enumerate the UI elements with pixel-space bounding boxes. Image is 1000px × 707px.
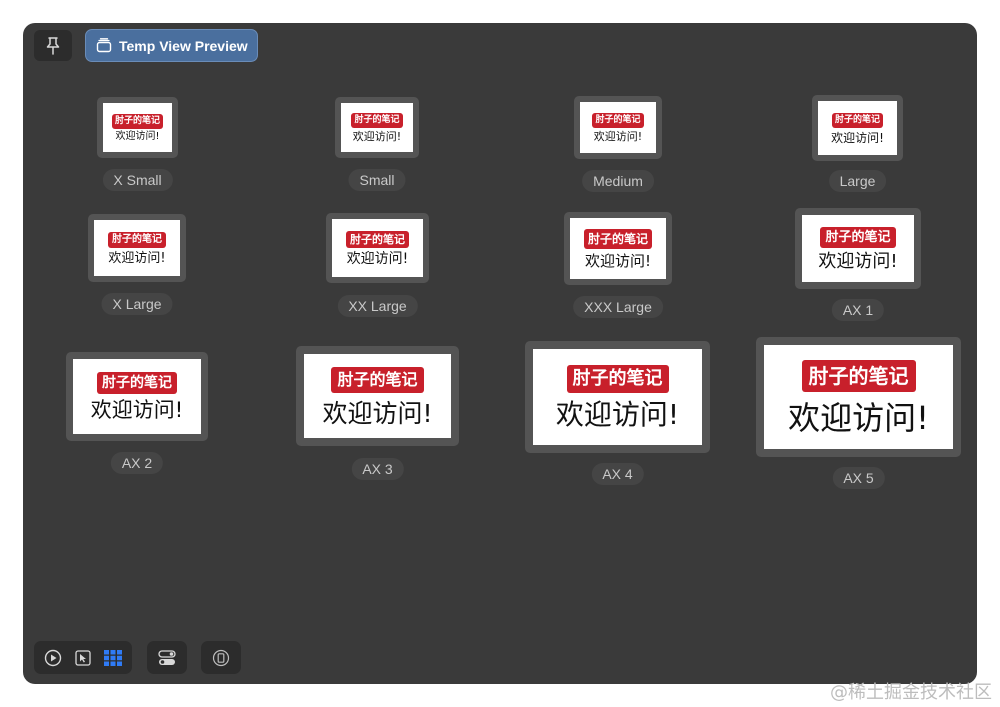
- brand-logo: 肘子的笔记: [583, 228, 652, 249]
- size-variant-label: X Large: [101, 293, 173, 315]
- variant-preview-tile[interactable]: 肘子的笔记欢迎访问!: [756, 337, 961, 457]
- brand-logo: 肘子的笔记: [831, 112, 883, 128]
- welcome-text: 欢迎访问!: [108, 250, 166, 266]
- variant-preview-screen: 肘子的笔记 欢迎访问!: [802, 215, 914, 282]
- variant-preview-tile[interactable]: 肘子的笔记欢迎访问!: [812, 95, 903, 161]
- welcome-text: 欢迎访问!: [322, 398, 433, 428]
- welcome-text: 欢迎访问!: [115, 130, 160, 142]
- temp-view-preview-label: Temp View Preview: [119, 37, 248, 54]
- live-mode-button[interactable]: [42, 647, 64, 669]
- variant-preview-screen: 肘子的笔记欢迎访问!: [570, 218, 666, 279]
- variant-preview-screen: 肘子的笔记欢迎访问!: [73, 359, 201, 434]
- variant-preview-screen: 肘子的笔记欢迎访问!: [533, 349, 702, 445]
- device-settings-button[interactable]: [201, 641, 241, 674]
- watermark: @稀土掘金技术社区: [830, 682, 992, 703]
- welcome-text: 欢迎访问!: [788, 399, 929, 437]
- variant-preview-tile[interactable]: 肘子的笔记欢迎访问!: [66, 352, 208, 441]
- brand-logo: 肘子的笔记: [111, 113, 163, 129]
- canvas-settings-button[interactable]: [147, 641, 187, 674]
- welcome-text: 欢迎访问!: [831, 130, 884, 145]
- brand-logo: 肘子的笔记: [566, 365, 669, 393]
- brand-logo: 肘子的笔记: [820, 226, 896, 248]
- toggle-settings-icon-wrap: [156, 647, 178, 669]
- variant-preview-tile[interactable]: 肘子的笔记欢迎访问!: [326, 213, 429, 283]
- brand-logo: 肘子的笔记: [592, 113, 644, 128]
- selectable-mode-button[interactable]: [72, 647, 94, 669]
- welcome-text: 欢迎访问!: [555, 398, 680, 431]
- welcome-text: 欢迎访问!: [346, 250, 409, 267]
- welcome-text: 欢迎访问!: [90, 398, 184, 422]
- play-icon: [44, 649, 62, 666]
- toggle-settings-icon: [158, 649, 176, 665]
- variant-preview-tile[interactable]: 肘子的笔记欢迎访问!: [525, 341, 710, 453]
- variant-preview-screen: 肘子的笔记 欢迎访问!: [103, 103, 172, 152]
- welcome-text: 欢迎访问!: [593, 130, 643, 143]
- variant-preview-tile[interactable]: 肘子的笔记 欢迎访问!: [97, 97, 178, 158]
- welcome-text: 欢迎访问!: [584, 251, 651, 270]
- variant-preview-screen: 肘子的笔记欢迎访问!: [332, 219, 423, 277]
- brand-logo: 肘子的笔记: [331, 366, 424, 393]
- size-variant-label: AX 3: [351, 458, 404, 480]
- brand-logo: 肘子的笔记: [346, 230, 409, 248]
- variant-preview-tile[interactable]: 肘子的笔记欢迎访问!: [296, 346, 459, 446]
- size-variant-label: AX 5: [832, 467, 885, 489]
- variants-mode-button[interactable]: [102, 647, 124, 669]
- device-icon-wrap: [210, 647, 232, 669]
- size-variant-label: AX 1: [831, 299, 885, 321]
- temp-view-preview-button[interactable]: Temp View Preview: [85, 29, 258, 62]
- variant-preview-screen: 肘子的笔记欢迎访问!: [304, 354, 451, 438]
- size-variant-label: AX 4: [591, 463, 644, 485]
- variant-preview-tile[interactable]: 肘子的笔记 欢迎访问!: [795, 208, 921, 289]
- pin-button[interactable]: [34, 30, 72, 61]
- brand-logo: 肘子的笔记: [801, 360, 916, 392]
- variant-preview-screen: 肘子的笔记欢迎访问!: [818, 101, 897, 155]
- size-variant-label: XXX Large: [573, 296, 663, 318]
- preview-canvas: Temp View Preview 肘子的笔记 欢迎访问! X Small 肘子的笔记…: [23, 23, 977, 684]
- variant-preview-screen: 肘子的笔记欢迎访问!: [580, 102, 656, 153]
- stack-icon: [96, 38, 112, 53]
- pin-icon: [46, 36, 60, 55]
- variant-preview-tile[interactable]: 肘子的笔记欢迎访问!: [574, 96, 662, 159]
- variant-preview-tile[interactable]: 肘子的笔记欢迎访问!: [88, 214, 186, 282]
- brand-logo: 肘子的笔记: [108, 231, 166, 248]
- size-variant-label: Medium: [582, 170, 654, 192]
- variant-preview-screen: 肘子的笔记欢迎访问!: [764, 345, 953, 449]
- device-icon: [212, 649, 230, 666]
- welcome-text: 欢迎访问!: [818, 250, 898, 272]
- size-variant-label: X Small: [102, 169, 173, 191]
- variant-preview-screen: 肘子的笔记欢迎访问!: [341, 103, 413, 152]
- variant-preview-tile[interactable]: 肘子的笔记欢迎访问!: [564, 212, 672, 285]
- brand-logo: 肘子的笔记: [351, 113, 403, 128]
- brand-logo: 肘子的笔记: [97, 372, 177, 394]
- welcome-text: 欢迎访问!: [352, 130, 402, 143]
- size-variant-label: AX 2: [110, 452, 164, 474]
- select-cursor-icon: [75, 649, 91, 666]
- variant-preview-tile[interactable]: 肘子的笔记欢迎访问!: [335, 97, 419, 158]
- size-variant-label: Small: [348, 169, 406, 191]
- size-variant-label: XX Large: [337, 295, 418, 317]
- mode-toolbar: [34, 641, 132, 674]
- variant-preview-screen: 肘子的笔记欢迎访问!: [94, 220, 180, 276]
- grid-variants-icon: [104, 649, 122, 666]
- size-variant-label: Large: [828, 170, 887, 192]
